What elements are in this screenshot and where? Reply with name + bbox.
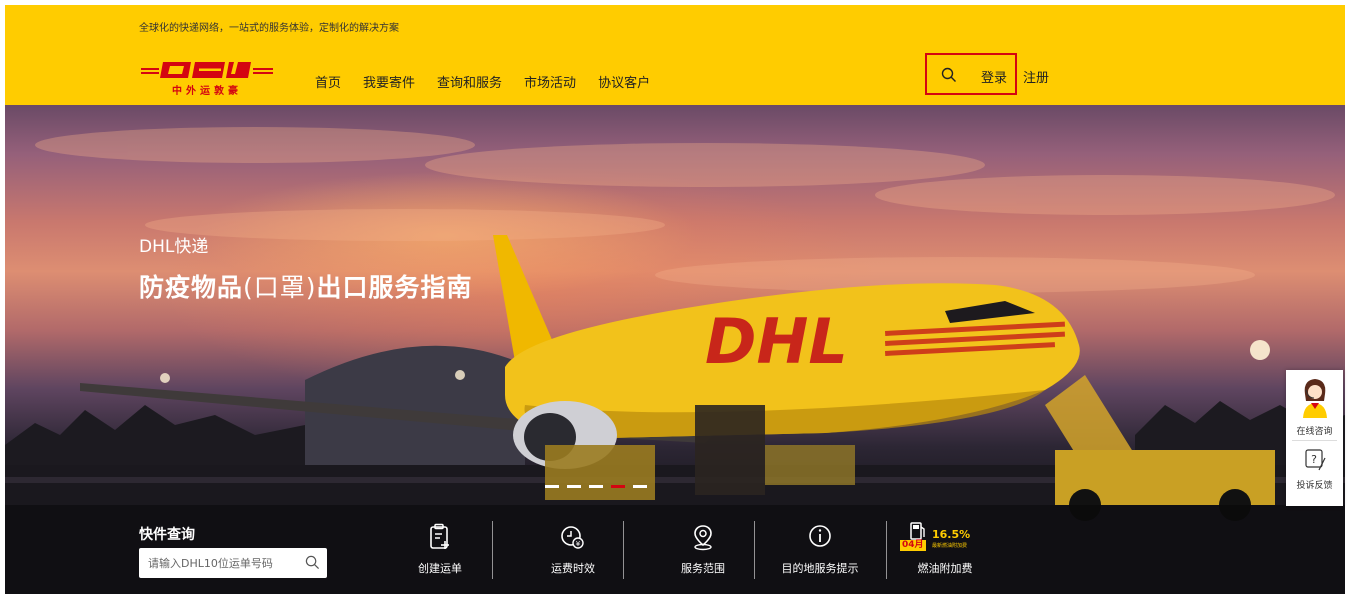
tracking-search-icon[interactable]: [305, 555, 320, 570]
quick-link-label: 运费时效: [551, 562, 595, 575]
feedback-icon-glyph: ?: [1311, 453, 1317, 466]
feedback-button[interactable]: ? 投诉反馈: [1286, 448, 1343, 491]
create-waybill-icon: [430, 523, 449, 549]
online-chat-label: 在线咨询: [1296, 427, 1333, 437]
nav-track-services[interactable]: 查询和服务: [437, 72, 502, 91]
search-icon[interactable]: [941, 67, 957, 83]
dhl-logo[interactable]: 中外运敦豪: [141, 59, 273, 97]
login-link[interactable]: 登录: [981, 67, 1007, 86]
tree-line: [5, 405, 305, 465]
quick-link-label: 创建运单: [418, 562, 462, 575]
quick-link-label: 服务范围: [681, 562, 725, 575]
carousel-dot-5[interactable]: [633, 485, 647, 488]
side-service-panel: 在线咨询 ? 投诉反馈: [1286, 370, 1343, 506]
login-highlight-box: 登录: [925, 53, 1017, 95]
hero-title-part2: (口罩): [243, 273, 317, 302]
header-tagline: 全球化的快递网络，一站式的服务体验，定制化的解决方案: [139, 23, 399, 34]
logo-subtitle: 中外运敦豪: [172, 86, 242, 97]
chat-agent-avatar-icon: [1302, 379, 1327, 418]
fuel-note: 最新燃油附加费: [932, 543, 968, 549]
fuel-month: 04月: [900, 540, 926, 551]
quick-link-label: 目的地服务提示: [781, 562, 859, 575]
tracking-box: [139, 548, 327, 578]
hero-title-part3: 出口服务指南: [316, 273, 473, 302]
nav-marketing[interactable]: 市场活动: [524, 72, 576, 91]
quick-link-label: 燃油附加费: [917, 562, 973, 575]
quick-link-fuel-surcharge[interactable]: 04月 16.5% 最新燃油附加费 燃油附加费: [890, 522, 1000, 584]
tracking-input[interactable]: [139, 548, 299, 578]
quick-link-divider: [492, 521, 493, 579]
hero-title-part1: 防疫物品: [139, 273, 244, 302]
nav-account-customers[interactable]: 协议客户: [598, 72, 650, 91]
info-icon: [809, 525, 831, 547]
hero-title[interactable]: 防疫物品(口罩)出口服务指南: [139, 268, 473, 304]
nav-home[interactable]: 首页: [315, 72, 341, 91]
svg-text:¥: ¥: [576, 540, 581, 548]
main-nav: 首页 我要寄件 查询和服务 市场活动 协议客户: [315, 72, 650, 91]
hero-subtitle: DHL快递: [139, 237, 209, 257]
fuel-percent: 16.5%: [932, 528, 971, 541]
cargo-loader: [545, 445, 655, 500]
quick-link-divider: [886, 521, 887, 579]
quick-link-divider: [623, 521, 624, 579]
tracking-label: 快件查询: [139, 527, 195, 543]
online-chat-button[interactable]: 在线咨询: [1286, 374, 1343, 437]
quick-link-create-waybill[interactable]: 创建运单: [385, 522, 495, 584]
quick-link-destination-tips[interactable]: 目的地服务提示: [765, 522, 875, 584]
quick-link-service-area[interactable]: 服务范围: [648, 522, 758, 584]
cargo-plane-illustration: DHL: [5, 127, 1345, 594]
site-header: 全球化的快递网络，一站式的服务体验，定制化的解决方案 中外运敦豪 首页 我要寄件…: [5, 5, 1345, 105]
carousel-dots: [545, 485, 647, 488]
carousel-dot-1[interactable]: [545, 485, 559, 488]
fuel-badge: 04月 16.5% 最新燃油附加费: [900, 522, 990, 552]
carousel-dot-2[interactable]: [567, 485, 581, 488]
quick-link-rates[interactable]: ¥ 运费时效: [518, 522, 628, 584]
feedback-icon: ?: [1304, 449, 1326, 471]
carousel-dot-4[interactable]: [611, 485, 625, 488]
quick-link-divider: [754, 521, 755, 579]
fuel-icon: [910, 522, 925, 540]
nav-ship[interactable]: 我要寄件: [363, 72, 415, 91]
register-link[interactable]: 注册: [1023, 67, 1049, 86]
dhl-logo-mark: [141, 62, 273, 78]
plane-dhl-lettering: DHL: [705, 305, 848, 378]
clock-rate-icon: ¥: [561, 526, 584, 549]
feedback-label: 投诉反馈: [1296, 481, 1333, 491]
hero-banner: DHL DHL快递 防疫物品(口罩)出口服务指南 快件查询 请输入DHL10位运…: [5, 105, 1345, 594]
side-panel-divider: [1292, 440, 1337, 441]
location-pin-icon: [694, 525, 712, 551]
carousel-dot-3[interactable]: [589, 485, 603, 488]
